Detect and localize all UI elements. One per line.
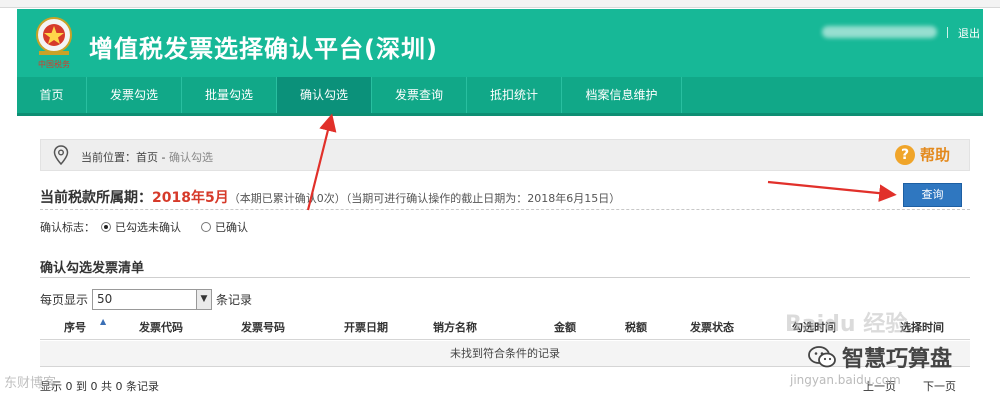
column-header-seller-name[interactable]: 销方名称 xyxy=(433,319,477,335)
page-size-suffix: 条记录 xyxy=(216,293,253,307)
radio-button-unchecked[interactable] xyxy=(201,222,211,232)
app-header: 中国税务 增值税发票选择确认平台(深圳) 退出 xyxy=(17,9,983,77)
breadcrumb-prefix: 当前位置：首页 - xyxy=(81,151,169,164)
page-size-select[interactable]: 50 ▼ xyxy=(92,289,213,310)
help-button[interactable]: ? 帮助 xyxy=(895,144,950,165)
query-button[interactable]: 查询 xyxy=(903,183,962,207)
nav-item-deduction-stats[interactable]: 抵扣统计 xyxy=(467,77,562,113)
page-size-control: 每页显示 50 ▼ 条记录 xyxy=(40,289,252,310)
app-title: 增值税发票选择确认平台(深圳) xyxy=(89,35,438,63)
nav-item-batch-select[interactable]: 批量勾选 xyxy=(182,77,277,113)
column-header-index[interactable]: 序号 xyxy=(64,319,86,335)
wechat-icon xyxy=(808,346,836,368)
radio-confirmed[interactable]: 已确认 xyxy=(195,219,248,235)
radio-label-selected-unconfirmed: 已勾选未确认 xyxy=(115,221,181,234)
sort-ascending-icon[interactable]: ▲ xyxy=(100,317,106,326)
radio-button-checked[interactable] xyxy=(101,222,111,232)
baidu-watermark: Baidu 经验 xyxy=(785,312,908,337)
arrow-to-query-button xyxy=(767,180,897,202)
question-icon: ? xyxy=(895,144,915,165)
column-header-issue-date[interactable]: 开票日期 xyxy=(344,319,388,335)
column-header-invoice-number[interactable]: 发票号码 xyxy=(241,319,285,335)
user-name-blurred xyxy=(822,26,937,38)
nav-item-archive-maintenance[interactable]: 档案信息维护 xyxy=(562,77,682,113)
period-value: 2018年5月 xyxy=(152,190,229,206)
emblem-caption: 中国税务 xyxy=(38,59,70,69)
main-nav: 首页 发票勾选 批量勾选 确认勾选 发票查询 抵扣统计 档案信息维护 xyxy=(17,77,983,116)
breadcrumb: 当前位置：首页 - 确认勾选 xyxy=(40,139,970,171)
tax-emblem-logo: 中国税务 xyxy=(36,17,72,69)
blog-watermark: 东财博客 xyxy=(4,376,57,391)
column-header-invoice-code[interactable]: 发票代码 xyxy=(139,319,183,335)
radio-label-confirmed: 已确认 xyxy=(215,221,248,234)
period-note: （本期已累计确认0次）（当期可进行确认操作的截止日期为：2018年6月15日） xyxy=(228,192,621,205)
page-size-prefix: 每页显示 xyxy=(40,293,89,307)
list-title: 确认勾选发票清单 xyxy=(40,261,145,276)
nav-item-confirm-select[interactable]: 确认勾选 xyxy=(277,77,372,113)
confirm-flag-label: 确认标志： xyxy=(40,221,95,234)
next-page-link[interactable]: 下一页 xyxy=(923,378,956,394)
brand-watermark-text: 智慧巧算盘 xyxy=(842,347,953,372)
list-title-rule xyxy=(40,277,970,278)
column-header-tax[interactable]: 税额 xyxy=(625,319,647,335)
jingyan-watermark: jingyan.baidu.com xyxy=(790,373,901,387)
tax-period-line: 当前税款所属期：2018年5月（本期已累计确认0次）（当期可进行确认操作的截止日… xyxy=(40,187,620,207)
browser-bookmarks-bar xyxy=(0,0,1000,8)
column-header-invoice-status[interactable]: 发票状态 xyxy=(690,319,734,335)
breadcrumb-current: 确认勾选 xyxy=(168,151,213,164)
nav-item-invoice-select[interactable]: 发票勾选 xyxy=(87,77,182,113)
help-label: 帮助 xyxy=(920,146,951,164)
breadcrumb-text: 当前位置：首页 - 确认勾选 xyxy=(81,149,213,165)
header-divider xyxy=(947,27,948,38)
logout-link[interactable]: 退出 xyxy=(958,25,980,41)
confirm-flag-group: 确认标志： 已勾选未确认 已确认 xyxy=(40,219,262,235)
radio-selected-unconfirmed[interactable]: 已勾选未确认 xyxy=(95,219,181,235)
location-pin-icon xyxy=(53,145,69,165)
page-size-value: 50 xyxy=(97,292,113,306)
nav-item-invoice-query[interactable]: 发票查询 xyxy=(372,77,467,113)
section-divider xyxy=(40,209,970,210)
record-count-info: 显示 0 到 0 共 0 条记录 xyxy=(40,380,159,393)
period-label: 当前税款所属期： xyxy=(40,190,152,206)
chevron-down-icon[interactable]: ▼ xyxy=(196,290,212,309)
nav-item-home[interactable]: 首页 xyxy=(17,77,87,113)
column-header-amount[interactable]: 金额 xyxy=(554,319,576,335)
brand-watermark: 智慧巧算盘 xyxy=(808,341,952,373)
